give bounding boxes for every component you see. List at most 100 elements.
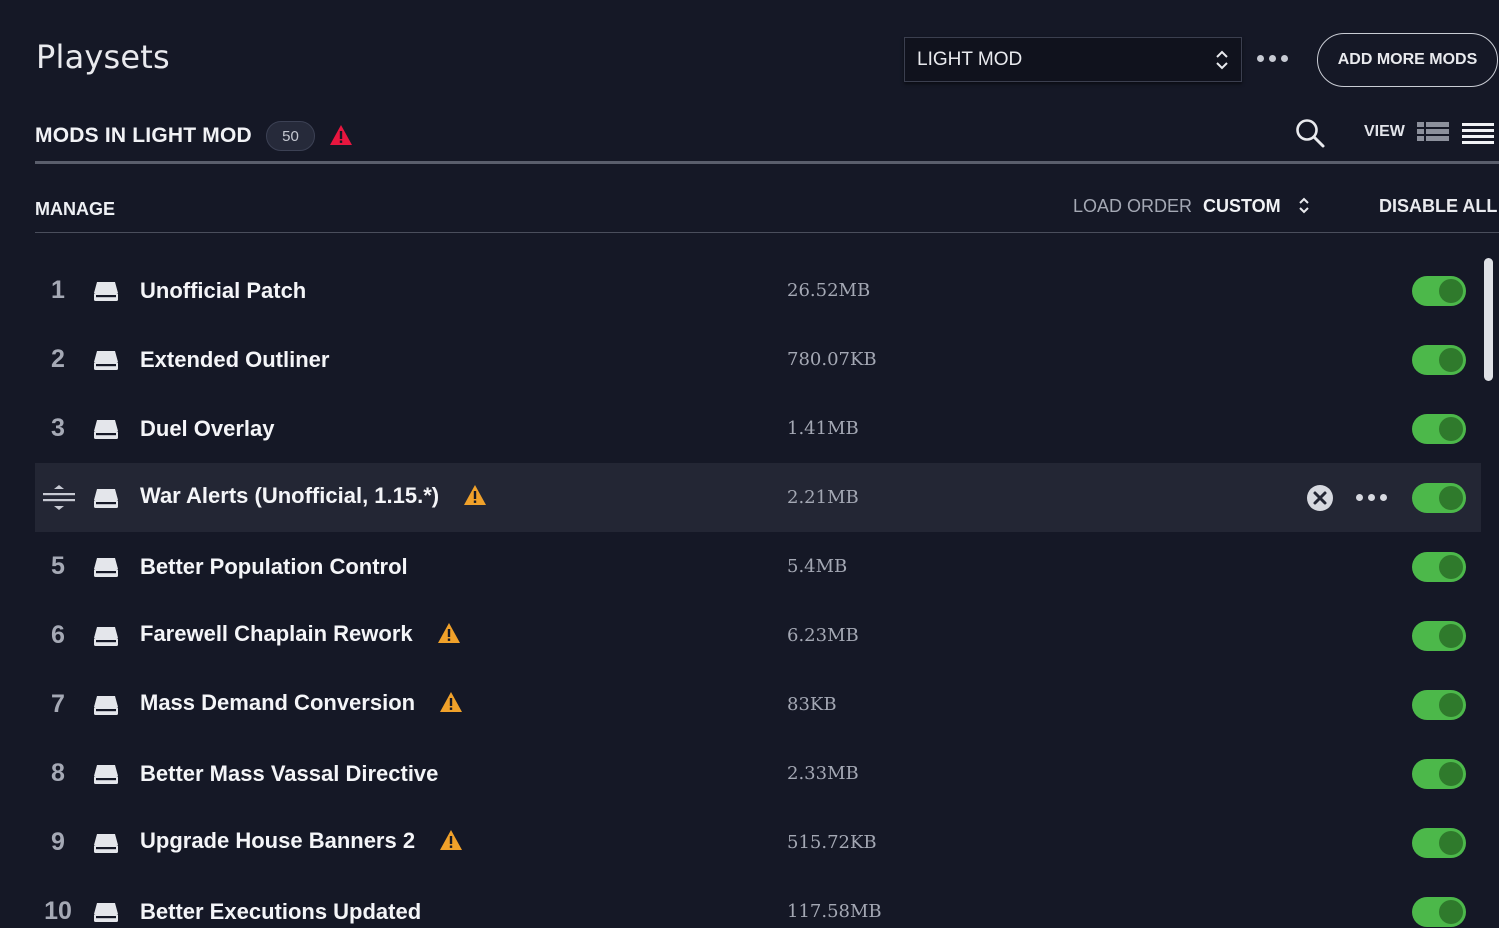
mod-name-wrap: Better Mass Vassal Directive — [140, 761, 438, 787]
chevron-up-down-icon[interactable] — [1297, 195, 1311, 222]
mod-list: 1 Unofficial Patch 26.52MB 2 Extended Outlin… — [35, 256, 1481, 928]
warning-triangle-icon[interactable] — [437, 622, 461, 650]
view-list-icon[interactable] — [1462, 122, 1494, 149]
mod-name-wrap: Extended Outliner — [140, 347, 329, 373]
toggle-knob — [1439, 900, 1463, 924]
mod-name[interactable]: War Alerts (Unofficial, 1.15.*) — [140, 483, 439, 508]
local-drive-icon — [93, 487, 119, 514]
toggle-knob — [1439, 693, 1463, 717]
manage-label[interactable]: MANAGE — [35, 199, 115, 220]
playsets-screen: Playsets LIGHT MOD ADD MORE MODS MODS IN… — [0, 0, 1499, 928]
mod-size: 780.07KB — [787, 349, 877, 370]
section-divider — [35, 161, 1499, 164]
local-drive-icon — [93, 556, 119, 583]
local-drive-icon — [93, 625, 119, 652]
mod-enabled-toggle[interactable] — [1412, 690, 1466, 720]
mod-name[interactable]: Farewell Chaplain Rework — [140, 621, 413, 646]
mod-load-index: 7 — [51, 690, 65, 718]
mod-name-wrap: Unofficial Patch — [140, 278, 306, 304]
mod-name-wrap: Duel Overlay — [140, 416, 275, 442]
mod-count-badge: 50 — [266, 121, 315, 151]
mod-load-index: 5 — [51, 552, 65, 580]
add-more-mods-button[interactable]: ADD MORE MODS — [1317, 33, 1498, 87]
drag-handle-icon[interactable] — [43, 484, 75, 517]
mod-enabled-toggle[interactable] — [1412, 414, 1466, 444]
toggle-knob — [1439, 486, 1463, 510]
mod-size: 515.72KB — [787, 832, 877, 853]
local-drive-icon — [93, 349, 119, 376]
mod-load-index: 2 — [51, 345, 65, 373]
mod-size: 1.41MB — [787, 418, 859, 439]
mod-enabled-toggle[interactable] — [1412, 897, 1466, 927]
toggle-knob — [1439, 348, 1463, 372]
local-drive-icon — [93, 763, 119, 790]
warning-triangle-icon[interactable] — [463, 484, 487, 512]
mod-size: 83KB — [787, 694, 837, 715]
mod-enabled-toggle[interactable] — [1412, 276, 1466, 306]
mod-row[interactable]: 1 Unofficial Patch 26.52MB — [35, 256, 1481, 325]
mod-name[interactable]: Upgrade House Banners 2 — [140, 828, 415, 853]
mod-name-wrap: Better Executions Updated — [140, 899, 421, 925]
warning-triangle-icon[interactable] — [439, 691, 463, 719]
mod-name-wrap: Better Population Control — [140, 554, 408, 580]
mod-enabled-toggle[interactable] — [1412, 828, 1466, 858]
mod-load-index: 10 — [44, 897, 72, 925]
mod-name[interactable]: Better Executions Updated — [140, 899, 421, 924]
mod-name-wrap: Farewell Chaplain Rework — [140, 621, 461, 650]
mod-size: 2.21MB — [787, 487, 859, 508]
mod-name[interactable]: Extended Outliner — [140, 347, 329, 372]
mod-size: 26.52MB — [787, 280, 871, 301]
local-drive-icon — [93, 418, 119, 445]
local-drive-icon — [93, 832, 119, 859]
local-drive-icon — [93, 901, 119, 928]
mod-more-options-icon[interactable] — [1356, 494, 1387, 501]
playset-select[interactable]: LIGHT MOD — [904, 37, 1242, 82]
mod-enabled-toggle[interactable] — [1412, 345, 1466, 375]
remove-mod-icon[interactable] — [1306, 484, 1334, 517]
toggle-knob — [1439, 279, 1463, 303]
toggle-knob — [1439, 417, 1463, 441]
load-order-select[interactable]: CUSTOM — [1203, 196, 1281, 217]
toggle-knob — [1439, 831, 1463, 855]
warning-triangle-icon[interactable] — [439, 829, 463, 857]
mod-row[interactable]: War Alerts (Unofficial, 1.15.*) 2.21MB — [35, 463, 1481, 532]
view-label: VIEW — [1364, 123, 1405, 140]
mod-row[interactable]: 10 Better Executions Updated 117.58MB — [35, 877, 1481, 928]
disable-all-button[interactable]: DISABLE ALL — [1379, 196, 1497, 217]
mod-load-index: 1 — [51, 276, 65, 304]
mod-size: 2.33MB — [787, 763, 859, 784]
local-drive-icon — [93, 694, 119, 721]
mod-row[interactable]: 9 Upgrade House Banners 2 515.72KB — [35, 808, 1481, 877]
mod-enabled-toggle[interactable] — [1412, 483, 1466, 513]
view-grid-icon[interactable] — [1417, 121, 1449, 148]
scrollbar-thumb[interactable] — [1484, 258, 1493, 381]
local-drive-icon — [93, 280, 119, 307]
mod-name[interactable]: Better Population Control — [140, 554, 408, 579]
mod-row[interactable]: 7 Mass Demand Conversion 83KB — [35, 670, 1481, 739]
mod-enabled-toggle[interactable] — [1412, 621, 1466, 651]
mod-row[interactable]: 6 Farewell Chaplain Rework 6.23MB — [35, 601, 1481, 670]
toolbar-divider — [35, 232, 1499, 233]
mod-size: 5.4MB — [787, 556, 848, 577]
mod-name[interactable]: Duel Overlay — [140, 416, 275, 441]
toggle-knob — [1439, 555, 1463, 579]
mod-name-wrap: War Alerts (Unofficial, 1.15.*) — [140, 483, 487, 512]
search-icon[interactable] — [1294, 117, 1326, 154]
mod-row[interactable]: 5 Better Population Control 5.4MB — [35, 532, 1481, 601]
mod-name[interactable]: Better Mass Vassal Directive — [140, 761, 438, 786]
warning-triangle-icon[interactable] — [329, 124, 353, 151]
mod-row[interactable]: 3 Duel Overlay 1.41MB — [35, 394, 1481, 463]
more-options-icon[interactable] — [1257, 55, 1288, 62]
playset-select-value: LIGHT MOD — [917, 48, 1023, 70]
toggle-knob — [1439, 624, 1463, 648]
mod-load-index: 8 — [51, 759, 65, 787]
mod-size: 117.58MB — [787, 901, 882, 922]
mod-name[interactable]: Unofficial Patch — [140, 278, 306, 303]
mod-row[interactable]: 8 Better Mass Vassal Directive 2.33MB — [35, 739, 1481, 808]
mod-name[interactable]: Mass Demand Conversion — [140, 690, 415, 715]
mod-size: 6.23MB — [787, 625, 859, 646]
mod-load-index: 9 — [51, 828, 65, 856]
mod-enabled-toggle[interactable] — [1412, 759, 1466, 789]
mod-row[interactable]: 2 Extended Outliner 780.07KB — [35, 325, 1481, 394]
mod-enabled-toggle[interactable] — [1412, 552, 1466, 582]
